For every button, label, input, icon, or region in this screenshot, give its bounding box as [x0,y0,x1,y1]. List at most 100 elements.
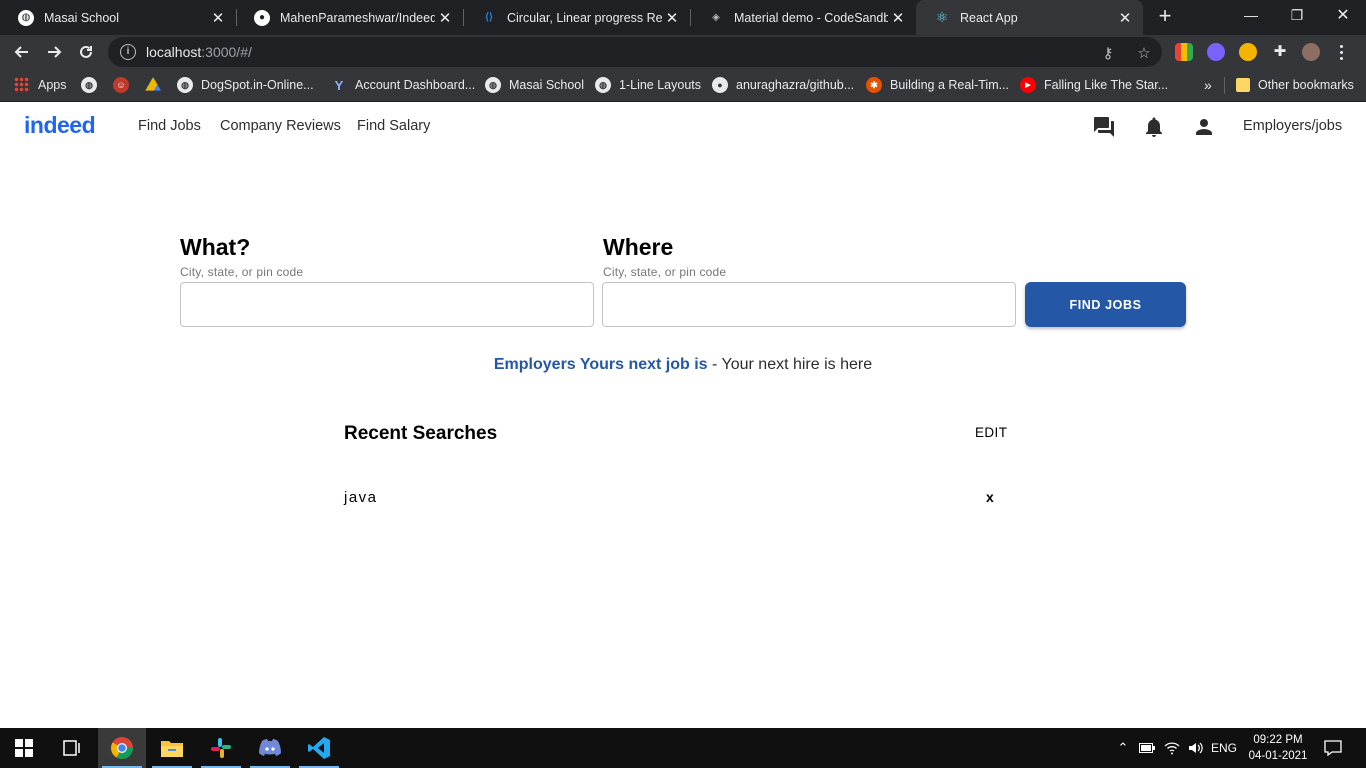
bookmark-apps[interactable]: Apps [14,75,67,95]
reload-icon [80,45,92,58]
arrow-left-icon [14,46,28,58]
employers-tagline: Employers Yours next job is - Your next … [493,356,873,373]
apps-grid-icon [14,77,30,93]
orange-logo-icon: ✱ [866,77,882,93]
globe-icon: ◍ [81,77,97,93]
profile-avatar[interactable] [1302,43,1320,61]
bookmarks-bar: Apps ◍ ☺ ◍ DogSpot.in-Online... Y Accoun… [0,69,1366,102]
employers-jobs-link[interactable]: Employers/jobs [1243,118,1342,134]
bookmark-account-dashboard[interactable]: Y Account Dashboard... [331,75,476,95]
nav-company-reviews[interactable]: Company Reviews [220,118,341,134]
bookmarks-overflow-button[interactable]: » [1204,75,1212,95]
browser-tab[interactable]: ● MahenParameshwar/IndeedRe ✕ [236,0,463,35]
bookmark-building-real-time[interactable]: ✱ Building a Real-Tim... [866,75,1009,95]
extension-check-icon[interactable] [1207,43,1225,61]
youtube-icon: ▶ [1020,77,1036,93]
close-icon[interactable]: ✕ [1115,9,1135,27]
close-icon[interactable]: ✕ [888,9,908,27]
volume-icon[interactable] [1185,728,1207,768]
extension-eyes-icon[interactable] [1239,43,1257,61]
tab-title: React App [960,10,1018,25]
chrome-icon[interactable] [98,728,146,768]
restore-button[interactable]: ❐ [1274,0,1320,30]
codesandbox-icon: ◈ [712,12,720,23]
where-input[interactable] [602,282,1016,327]
close-icon[interactable]: ✕ [662,9,682,27]
bookmark-masai-school[interactable]: ◍ Masai School [485,75,584,95]
browser-tab[interactable]: ◈ Material demo - CodeSandbox ✕ [690,0,916,35]
where-hint: City, state, or pin code [603,265,727,279]
globe-icon: ◍ [595,77,611,93]
globe-icon: ◍ [485,77,501,93]
recent-search-item[interactable]: java [344,489,378,506]
what-input[interactable] [180,282,594,327]
account-person-icon[interactable] [1192,115,1216,139]
close-icon[interactable]: ✕ [208,9,228,27]
close-icon[interactable]: ✕ [435,9,455,27]
bookmark-1-line-layouts[interactable]: ◍ 1-Line Layouts [595,75,701,95]
browser-menu-button[interactable] [1336,43,1346,61]
extension-color-icon[interactable] [1175,43,1193,61]
bookmark-github[interactable]: ● anuraghazra/github... [712,75,854,95]
address-bar[interactable]: i localhost:3000/#/ ⚷ ☆ [108,37,1162,67]
wifi-icon[interactable] [1161,728,1183,768]
tab-title: Circular, Linear progress React [507,10,662,25]
windows-start-button[interactable] [0,728,48,768]
bookmark-item[interactable] [145,75,169,95]
remove-recent-search-button[interactable]: x [986,489,994,505]
tab-title: Material demo - CodeSandbox [734,10,888,25]
tab-title: Masai School [44,10,120,25]
github-icon: ● [254,9,270,26]
star-icon[interactable]: ☆ [1134,43,1154,63]
url-text: localhost:3000/#/ [146,44,252,60]
tagline-employers-link[interactable]: Employers Yours next job is [494,356,708,373]
vscode-icon[interactable] [295,728,343,768]
person-icon: ☺ [113,77,129,93]
where-title: Where [603,234,674,260]
arrow-right-icon [48,46,62,58]
bookmark-item[interactable]: ◍ [81,75,105,95]
bookmark-item[interactable]: ☺ [113,75,137,95]
browser-tab[interactable]: ⟨⟩ Circular, Linear progress React ✕ [463,0,690,35]
bookmark-dogspot[interactable]: ◍ DogSpot.in-Online... [177,75,314,95]
chevron-up-icon[interactable]: ⌃ [1113,728,1133,768]
app-header: indeed Find Jobs Company Reviews Find Sa… [0,103,1366,150]
browser-tab[interactable]: ◍ Masai School ✕ [0,0,236,35]
window-close-button[interactable]: ✕ [1320,0,1366,30]
puzzle-icon[interactable]: ✚ [1271,43,1289,61]
file-explorer-icon[interactable] [148,728,196,768]
language-indicator[interactable]: ENG [1208,728,1240,768]
bookmark-youtube[interactable]: ▶ Falling Like The Star... [1020,75,1168,95]
minimize-button[interactable]: — [1228,0,1274,30]
google-drive-icon [145,77,161,91]
system-clock[interactable]: 09:22 PM 04-01-2021 [1243,732,1313,764]
nav-find-jobs[interactable]: Find Jobs [138,118,201,134]
nav-find-salary[interactable]: Find Salary [357,118,430,134]
task-view-icon[interactable] [48,728,96,768]
back-button[interactable] [10,40,34,64]
globe-icon: ◍ [18,9,34,26]
action-center-icon[interactable] [1320,728,1346,768]
page-content: indeed Find Jobs Company Reviews Find Sa… [0,103,1366,728]
discord-icon[interactable] [246,728,294,768]
what-title: What? [180,234,251,260]
info-icon[interactable]: i [120,44,136,60]
material-ui-icon: ⟨⟩ [485,12,493,23]
forward-button[interactable] [42,40,66,64]
new-tab-button[interactable]: + [1153,5,1177,29]
find-jobs-button[interactable]: FIND JOBS [1025,282,1186,327]
what-hint: City, state, or pin code [180,265,304,279]
edit-recent-searches-button[interactable]: EDIT [975,425,1007,440]
notification-bell-icon[interactable] [1142,115,1166,139]
battery-icon[interactable] [1137,728,1157,768]
windows-logo-icon [15,739,33,757]
chat-icon[interactable] [1092,115,1116,139]
windows-taskbar: ⌃ ENG 09:22 PM 04-01-2021 [0,728,1366,768]
indeed-logo[interactable]: indeed [24,112,96,139]
browser-tab-active[interactable]: ⚛ React App ✕ [916,0,1143,35]
key-icon[interactable]: ⚷ [1098,43,1118,63]
folder-icon [1236,78,1250,92]
other-bookmarks-folder[interactable]: Other bookmarks [1236,75,1354,95]
reload-button[interactable] [74,40,98,64]
slack-icon[interactable] [197,728,245,768]
